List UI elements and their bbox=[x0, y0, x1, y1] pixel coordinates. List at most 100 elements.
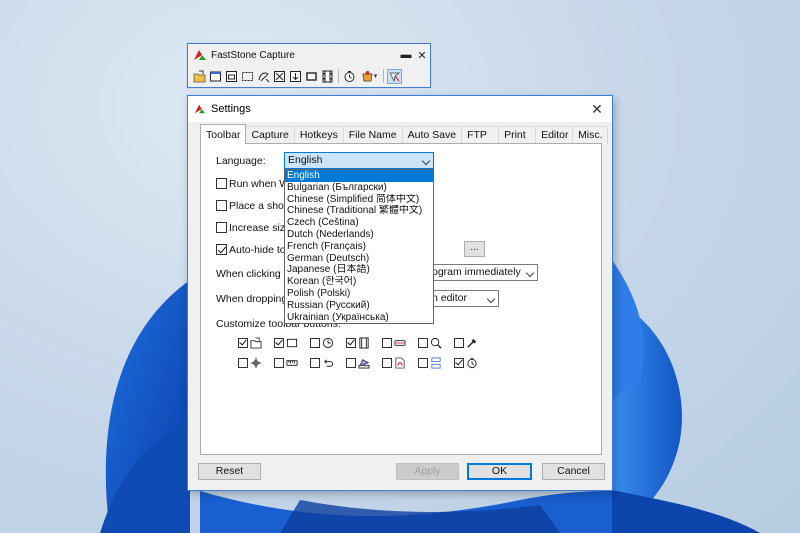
customize-item-magnifier[interactable] bbox=[418, 337, 442, 349]
place-shortcut-checkbox[interactable] bbox=[216, 200, 227, 211]
customize-checkbox[interactable] bbox=[346, 338, 356, 348]
language-select[interactable]: English bbox=[284, 152, 434, 169]
auto-hide-checkbox[interactable] bbox=[216, 244, 227, 255]
customize-checkbox[interactable] bbox=[382, 338, 392, 348]
customize-checkbox[interactable] bbox=[238, 338, 248, 348]
customize-checkbox[interactable] bbox=[274, 358, 284, 368]
minimize-button[interactable]: ▬ bbox=[398, 49, 414, 61]
output-destination-icon[interactable]: ▾ bbox=[358, 69, 380, 84]
language-option-english[interactable]: English bbox=[285, 170, 433, 182]
language-dropdown-list: English Bulgarian (Български) Chinese (S… bbox=[284, 169, 434, 324]
open-file-icon bbox=[250, 337, 262, 349]
auto-hide-label: Auto-hide to bbox=[229, 244, 286, 256]
pdf-icon bbox=[395, 357, 405, 369]
auto-hide-options-button[interactable]: ... bbox=[464, 241, 485, 257]
customize-item-color-picker[interactable] bbox=[454, 337, 478, 349]
settings-titlebar[interactable]: Settings ✕ bbox=[188, 96, 612, 122]
capture-fullscreen-icon[interactable] bbox=[272, 69, 287, 84]
dialog-title: Settings bbox=[211, 103, 251, 115]
language-option-ukrainian[interactable]: Ukrainian (Українська) bbox=[285, 312, 433, 324]
customize-checkbox[interactable] bbox=[346, 358, 356, 368]
capture-scrolling-icon[interactable] bbox=[288, 69, 303, 84]
screen-record-icon[interactable] bbox=[320, 69, 335, 84]
customize-item-open-file[interactable] bbox=[238, 337, 262, 349]
capture-rectangle-icon[interactable] bbox=[240, 69, 255, 84]
tab-hotkeys[interactable]: Hotkeys bbox=[293, 126, 344, 144]
chevron-down-icon bbox=[486, 294, 496, 304]
customize-checkbox[interactable] bbox=[310, 358, 320, 368]
customize-checkbox[interactable] bbox=[382, 358, 392, 368]
customize-checkbox[interactable] bbox=[454, 358, 464, 368]
run-when-windows-starts-checkbox[interactable] bbox=[216, 178, 227, 189]
toolbar-title: FastStone Capture bbox=[211, 49, 295, 61]
capture-freehand-icon[interactable] bbox=[256, 69, 271, 84]
open-file-icon[interactable] bbox=[192, 69, 207, 84]
tab-misc[interactable]: Misc. bbox=[572, 126, 609, 144]
customize-item-crosshair[interactable] bbox=[238, 357, 262, 369]
customize-item-film-strip[interactable] bbox=[346, 337, 370, 349]
language-option-czech[interactable]: Czech (Čeština) bbox=[285, 217, 433, 229]
language-option-dutch[interactable]: Dutch (Nederlands) bbox=[285, 229, 433, 241]
when-clicking-label: When clicking o bbox=[216, 268, 290, 280]
customize-checkbox[interactable] bbox=[418, 358, 428, 368]
customize-checkbox[interactable] bbox=[238, 358, 248, 368]
ruler-icon bbox=[286, 360, 298, 366]
ok-button[interactable]: OK bbox=[467, 463, 532, 480]
customize-item-delay-timer[interactable] bbox=[454, 357, 478, 369]
magnifier-icon bbox=[430, 337, 442, 349]
faststone-toolbar-window: FastStone Capture ▬ ✕ ▾ bbox=[187, 43, 431, 88]
tab-auto-save[interactable]: Auto Save bbox=[401, 126, 463, 144]
scanner-icon bbox=[358, 359, 370, 369]
language-selected-value: English bbox=[288, 154, 323, 166]
apply-button[interactable]: Apply bbox=[396, 463, 459, 480]
language-option-korean[interactable]: Korean (한국어) bbox=[285, 276, 433, 288]
close-dialog-button[interactable]: ✕ bbox=[582, 101, 612, 118]
customize-checkbox[interactable] bbox=[454, 338, 464, 348]
toolbar-separator bbox=[338, 69, 339, 83]
toolbar-titlebar[interactable]: FastStone Capture ▬ ✕ bbox=[188, 44, 430, 66]
customize-item-split-layout[interactable] bbox=[418, 357, 442, 369]
customize-item-scanner[interactable] bbox=[346, 357, 370, 369]
toolbar-separator bbox=[383, 69, 384, 83]
customize-checkbox[interactable] bbox=[310, 338, 320, 348]
customize-item-undo-arrow[interactable] bbox=[310, 357, 334, 369]
language-option-japanese[interactable]: Japanese (日本語) bbox=[285, 264, 433, 276]
language-option-chinese-simplified[interactable]: Chinese (Simplified 简体中文) bbox=[285, 194, 433, 206]
language-option-german[interactable]: German (Deutsch) bbox=[285, 253, 433, 265]
when-dropping-label: When dropping bbox=[216, 293, 288, 305]
customize-item-ruler[interactable] bbox=[274, 357, 298, 369]
cancel-button[interactable]: Cancel bbox=[542, 463, 605, 480]
customize-item-fixed-region[interactable] bbox=[382, 337, 406, 349]
reset-button[interactable]: Reset bbox=[198, 463, 261, 480]
language-option-polish[interactable]: Polish (Polski) bbox=[285, 288, 433, 300]
customize-checkbox[interactable] bbox=[274, 338, 284, 348]
undo-arrow-icon bbox=[324, 359, 334, 367]
tab-file-name[interactable]: File Name bbox=[342, 126, 403, 144]
delay-timer-icon[interactable] bbox=[342, 69, 357, 84]
crosshair-icon bbox=[250, 357, 262, 369]
increase-size-checkbox[interactable] bbox=[216, 222, 227, 233]
timer-clock-icon bbox=[322, 337, 334, 349]
increase-size-label: Increase size bbox=[229, 222, 291, 234]
language-option-chinese-traditional[interactable]: Chinese (Traditional 繁體中文) bbox=[285, 205, 433, 217]
language-option-french[interactable]: French (Français) bbox=[285, 241, 433, 253]
language-label: Language: bbox=[216, 155, 266, 167]
customize-item-capture-window[interactable] bbox=[274, 337, 298, 349]
tab-capture[interactable]: Capture bbox=[245, 126, 295, 144]
tab-toolbar[interactable]: Toolbar bbox=[200, 124, 247, 144]
close-toolbar-button[interactable]: ✕ bbox=[414, 49, 430, 62]
capture-fixed-region-icon[interactable] bbox=[304, 69, 319, 84]
capture-window-icon[interactable] bbox=[208, 69, 223, 84]
tab-print[interactable]: Print bbox=[498, 126, 537, 144]
settings-icon[interactable] bbox=[387, 68, 402, 84]
customize-checkbox[interactable] bbox=[418, 338, 428, 348]
customize-item-pdf[interactable] bbox=[382, 357, 406, 369]
language-option-russian[interactable]: Russian (Русский) bbox=[285, 300, 433, 312]
customize-item-timer-clock[interactable] bbox=[310, 337, 334, 349]
faststone-logo-icon bbox=[194, 50, 206, 60]
capture-object-icon[interactable] bbox=[224, 69, 239, 84]
delay-timer-icon bbox=[467, 357, 477, 369]
language-option-bulgarian[interactable]: Bulgarian (Български) bbox=[285, 182, 433, 194]
tab-editor[interactable]: Editor bbox=[535, 126, 574, 144]
tab-ftp[interactable]: FTP bbox=[461, 126, 500, 144]
